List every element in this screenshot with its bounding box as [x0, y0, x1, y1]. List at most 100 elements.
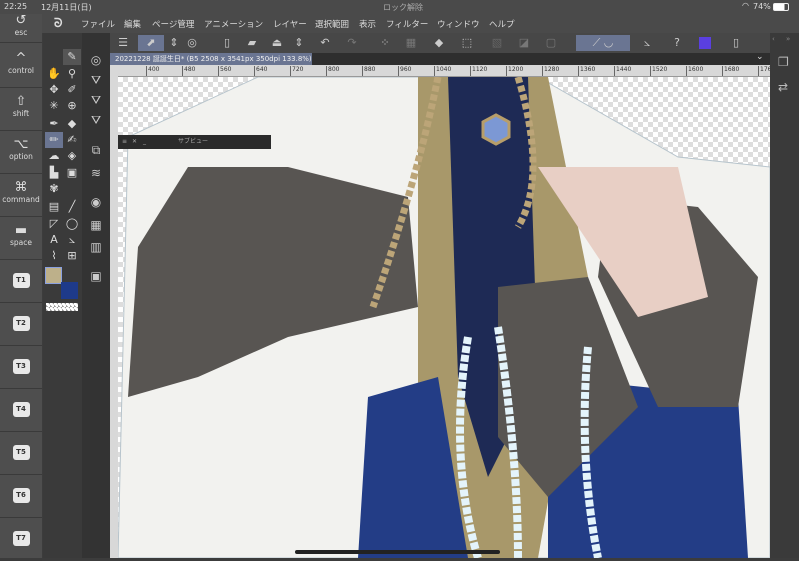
menu-selection[interactable]: 選択範囲	[315, 18, 349, 30]
grid-icon[interactable]: ◪	[515, 35, 533, 51]
undo-icon[interactable]: ↶	[316, 35, 334, 51]
color-swatch-button[interactable]	[696, 35, 714, 51]
swap-icon[interactable]: ⇄	[778, 80, 788, 94]
tool-property-icon[interactable]: ⛛	[87, 73, 105, 91]
t3-key[interactable]: T3	[0, 347, 42, 389]
mesh-icon[interactable]: ⊞	[63, 248, 81, 264]
t6-key[interactable]: T6	[0, 476, 42, 518]
gradient-fill-icon[interactable]: ▣	[63, 165, 81, 181]
collapse-left-icon[interactable]: ‹	[772, 35, 775, 43]
menu-filter[interactable]: フィルター	[386, 18, 428, 30]
subview-panel[interactable]: ≡ ✕ _ サブビュー	[118, 135, 271, 149]
document-tab[interactable]: 20221228 誕誕生日* (B5 2508 x 3541px 350dpi …	[110, 53, 312, 65]
eyedropper-icon[interactable]: ⌇	[45, 248, 63, 264]
text-icon[interactable]: A	[45, 232, 63, 248]
drawing-canvas[interactable]	[118, 77, 770, 558]
menu-page[interactable]: ページ管理	[152, 18, 194, 30]
brush-size-icon[interactable]: ⛛	[87, 93, 105, 111]
zoom-icon[interactable]: ⚲	[63, 66, 81, 82]
hand-icon[interactable]: ✋	[45, 66, 63, 82]
t1-key[interactable]: T1	[0, 261, 42, 303]
clear-icon[interactable]: ▦	[402, 35, 420, 51]
app-logo-icon[interactable]: ᘐ	[54, 16, 62, 31]
eraser-icon[interactable]: ◆	[63, 116, 81, 132]
smartphone-icon[interactable]: ▯	[727, 35, 745, 51]
t2-key[interactable]: T2	[0, 304, 42, 346]
menu-window[interactable]: ウィンドウ	[437, 18, 480, 30]
sub-color-swatch[interactable]	[61, 282, 78, 299]
snap-special-icon[interactable]: ⦣	[638, 35, 656, 51]
menu-file[interactable]: ファイル	[81, 18, 115, 30]
layer-panel-icon[interactable]: ❐	[778, 55, 789, 69]
chevron-down-icon[interactable]: ⌄	[756, 52, 764, 62]
edit-mode-icon[interactable]: ⬈	[138, 35, 164, 51]
fill-icon[interactable]: ◆	[430, 35, 448, 51]
correct-line-icon[interactable]: ⦣	[63, 232, 81, 248]
space-key[interactable]: ▬ space	[0, 218, 42, 260]
color-set-icon[interactable]: ▦	[87, 218, 105, 236]
frame-icon[interactable]: ▤	[45, 199, 63, 215]
menu-layer[interactable]: レイヤー	[273, 18, 307, 30]
line-icon[interactable]: ╱	[63, 199, 81, 215]
save-icon[interactable]: ⏏	[268, 35, 286, 51]
transform-icon[interactable]: ⬚	[458, 35, 476, 51]
command-key[interactable]: ⌘ command	[0, 175, 42, 217]
open-folder-icon[interactable]: ▰	[243, 35, 261, 51]
magic-wand-icon[interactable]: ✳	[45, 98, 63, 114]
home-indicator[interactable]	[295, 550, 500, 554]
tool-palette: ✎ ✋ ⚲ ✥ ✐ ✳ ⊕ ✒ ◆ ✏ ✍ ☁ ◈ ▙ ▣ ✾ ▤ ╱ ◸ ◯ …	[43, 33, 82, 558]
updown-icon[interactable]: ⇕	[165, 35, 183, 51]
control-key[interactable]: ^ control	[0, 46, 42, 88]
panel-menu-icon[interactable]: ≡	[122, 135, 127, 149]
shift-key[interactable]: ⇧ shift	[0, 89, 42, 131]
minimize-icon[interactable]: _	[143, 135, 146, 149]
ruler-tick-label: 1040	[434, 66, 451, 76]
menu-animation[interactable]: アニメーション	[204, 18, 263, 30]
move-icon[interactable]: ✥	[45, 82, 63, 98]
pen-icon[interactable]: ✒	[45, 116, 63, 132]
t5-key[interactable]: T5	[0, 433, 42, 475]
ruler-tool-icon[interactable]: ◸	[45, 216, 63, 232]
pencil-icon[interactable]: ✏	[45, 132, 63, 148]
brush-icon[interactable]: ✍	[63, 132, 81, 148]
layers-icon[interactable]: ≋	[87, 166, 105, 184]
t7-key[interactable]: T7	[0, 519, 42, 561]
updown-icon[interactable]: ⇕	[290, 35, 308, 51]
fill-icon[interactable]: ◈	[63, 148, 81, 164]
menu-icon[interactable]: ☰	[114, 35, 132, 51]
close-icon[interactable]: ✕	[132, 135, 137, 149]
deselect-icon[interactable]: ⁘	[376, 35, 394, 51]
decoration-icon[interactable]: ✾	[45, 181, 63, 197]
layer-property-icon[interactable]: ⧉	[87, 143, 105, 161]
blend-icon[interactable]: ☁	[45, 148, 63, 164]
brush-settings-icon[interactable]: ⛛	[87, 113, 105, 131]
operation-icon[interactable]: ✐	[63, 82, 81, 98]
balloon-icon[interactable]: ◯	[63, 216, 81, 232]
menu-edit[interactable]: 編集	[124, 18, 141, 30]
t4-key[interactable]: T4	[0, 390, 42, 432]
transparent-color-swatch[interactable]	[46, 303, 78, 311]
redo-icon[interactable]: ↷	[343, 35, 361, 51]
snap-off-icon[interactable]: ▧	[488, 35, 506, 51]
animation-icon[interactable]: ▥	[87, 240, 105, 258]
option-key[interactable]: ⌥ option	[0, 132, 42, 174]
ruler-tick-label: 1440	[614, 66, 631, 76]
select-layer-icon[interactable]: ⊕	[63, 98, 81, 114]
navigator-icon[interactable]: ◉	[87, 195, 105, 213]
esc-key[interactable]: ↺ esc	[0, 14, 42, 43]
snap-ruler-icon[interactable]: ⟋ ◡	[576, 35, 630, 51]
expand-right-icon[interactable]: »	[786, 35, 790, 43]
menu-help[interactable]: ヘルプ	[489, 18, 515, 30]
pen-tab-icon[interactable]: ✎	[63, 49, 81, 65]
sub-tool-icon[interactable]: ◎	[87, 53, 105, 71]
ruler-tick-label: 1360	[578, 66, 595, 76]
ruler-icon[interactable]: ▢	[542, 35, 560, 51]
material-icon[interactable]: ▣	[87, 269, 105, 287]
ruler-tick-label: 640	[254, 66, 267, 76]
new-file-icon[interactable]: ▯	[218, 35, 236, 51]
record-icon[interactable]: ◎	[183, 35, 201, 51]
main-color-swatch[interactable]	[45, 267, 62, 284]
gradient-icon[interactable]: ▙	[45, 165, 63, 181]
menu-view[interactable]: 表示	[359, 18, 376, 30]
help-icon[interactable]: ?	[668, 35, 686, 51]
